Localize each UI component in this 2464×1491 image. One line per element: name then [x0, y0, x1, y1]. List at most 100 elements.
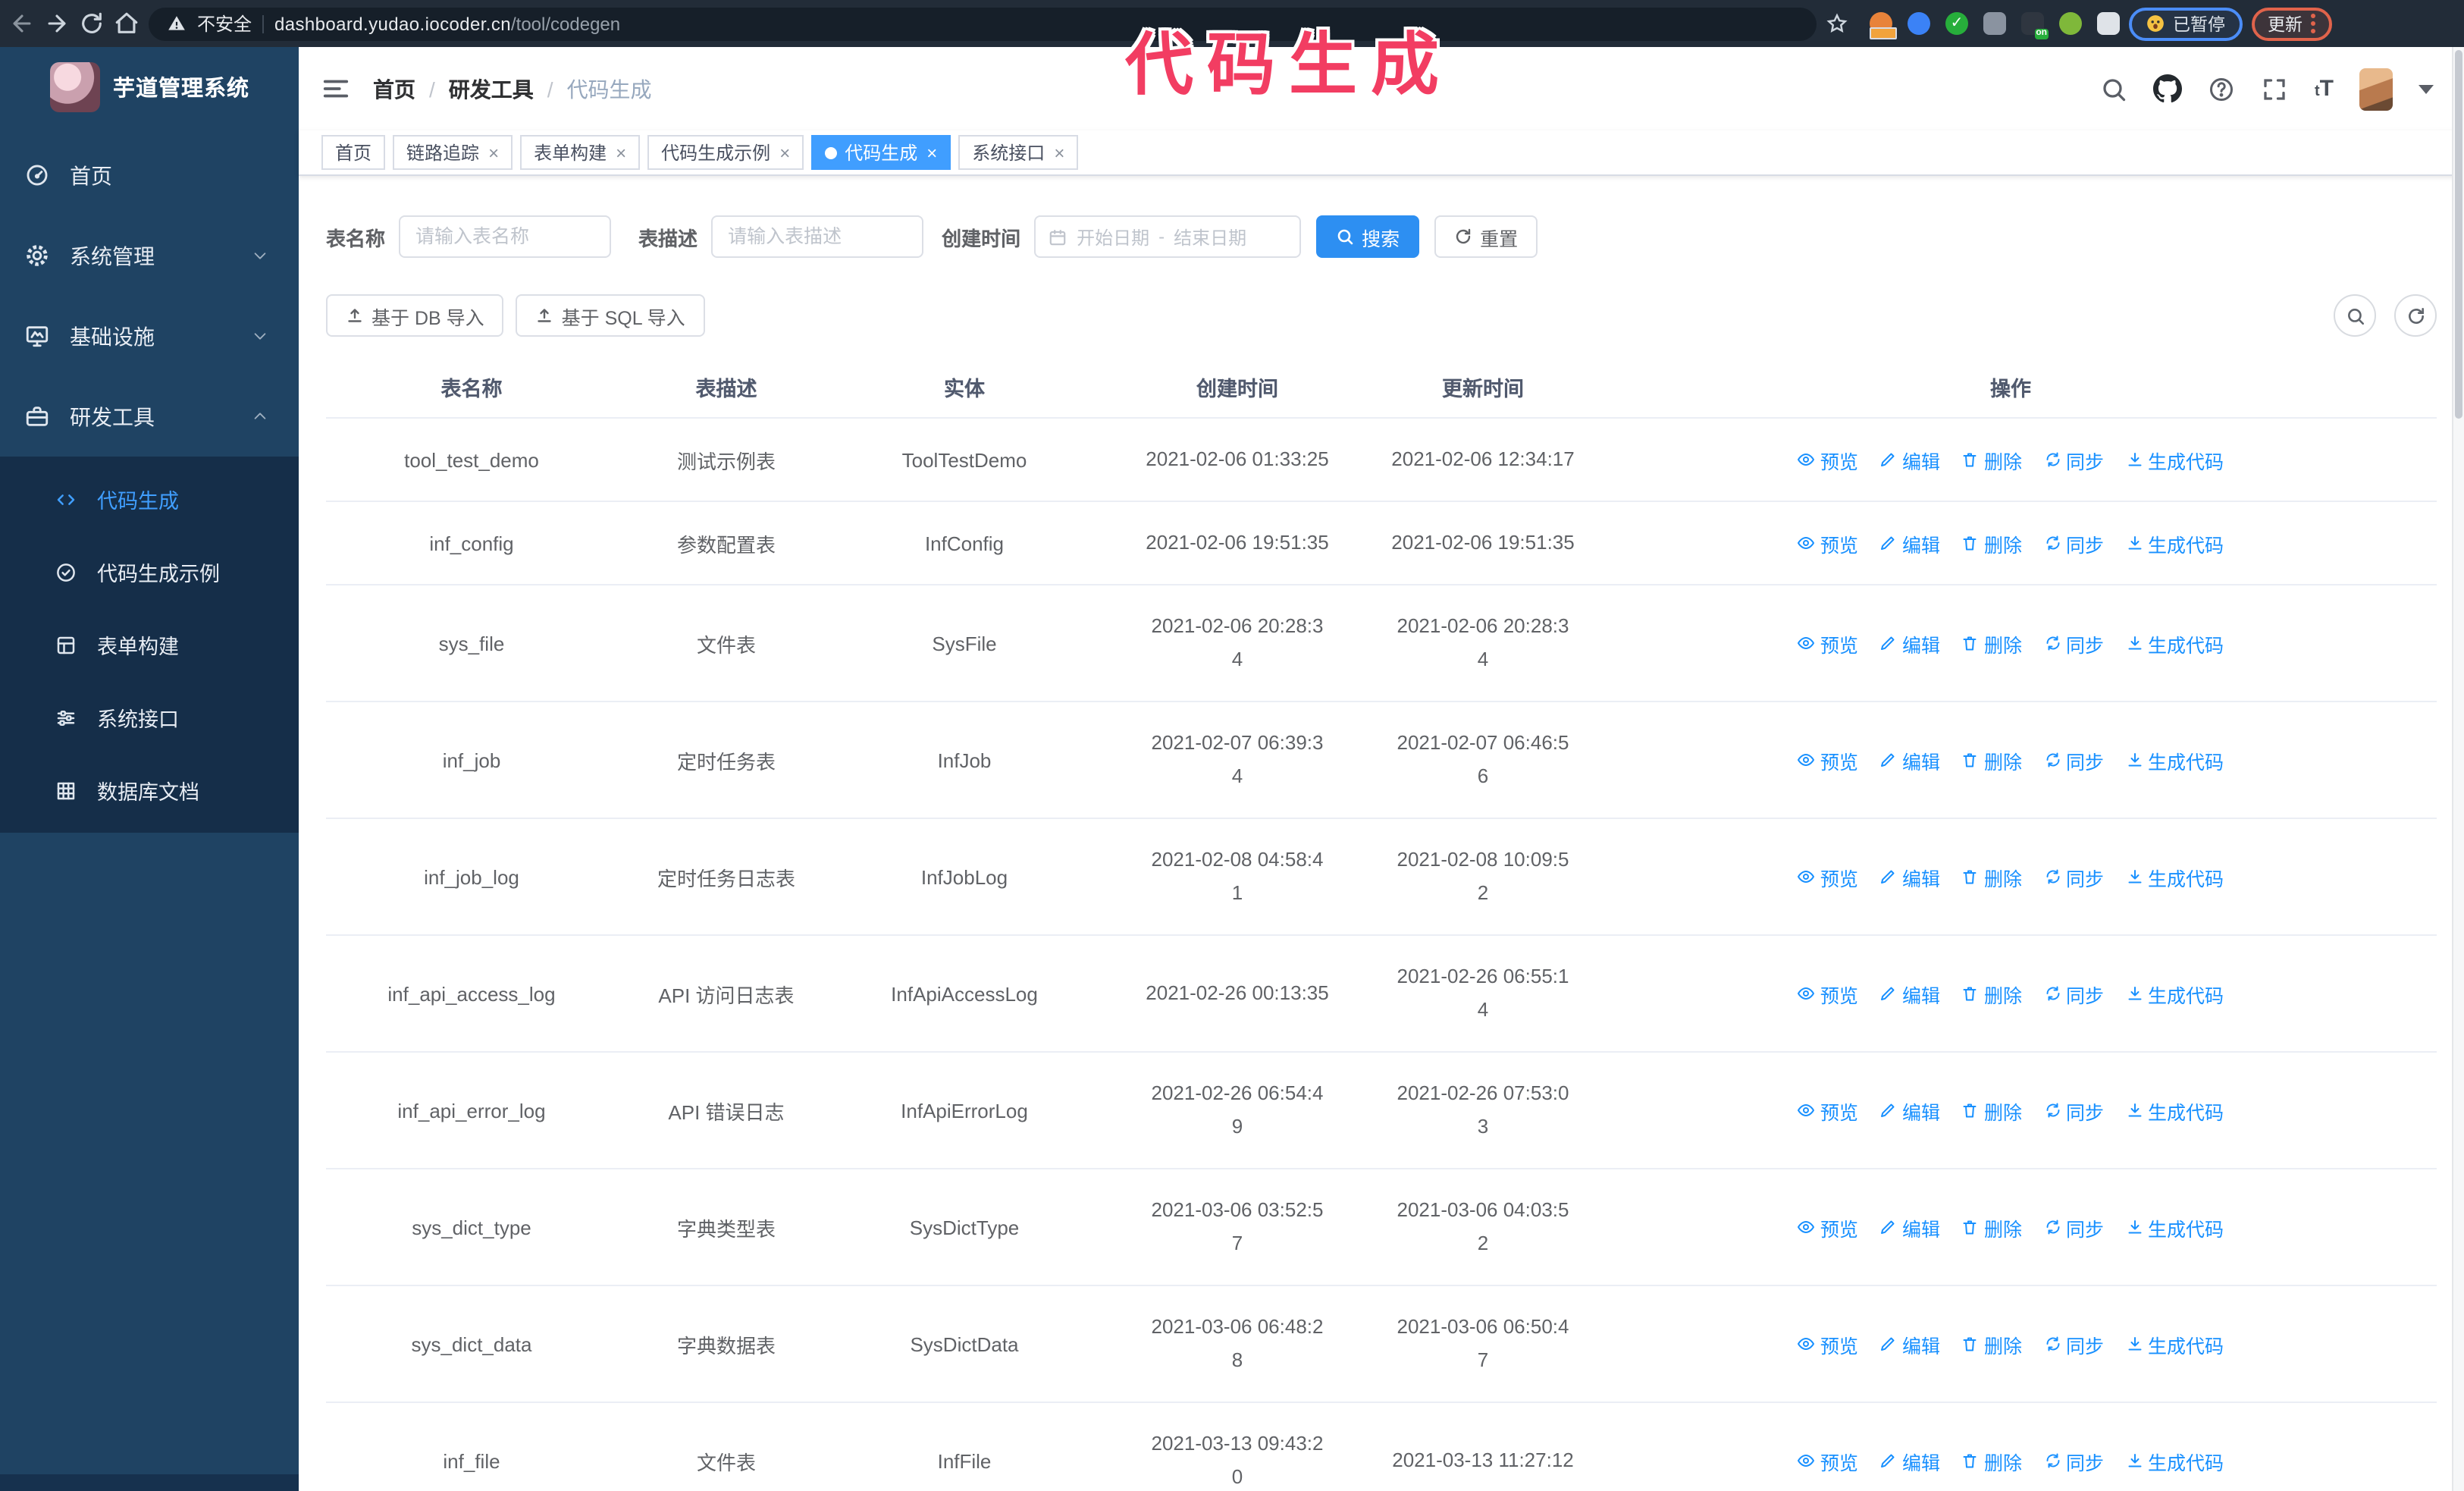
sidebar-item-db-doc[interactable]: 数据库文档: [0, 754, 299, 827]
action-sync[interactable]: 同步: [2043, 529, 2104, 557]
action-edit[interactable]: 编辑: [1879, 629, 1940, 658]
refresh-table-button[interactable]: [2394, 294, 2437, 337]
action-preview[interactable]: 预览: [1798, 862, 1858, 891]
avatar-caret-icon[interactable]: [2419, 84, 2434, 93]
action-sync[interactable]: 同步: [2043, 1096, 2104, 1125]
paused-extension-button[interactable]: 已暂停: [2129, 7, 2242, 40]
action-sync[interactable]: 同步: [2043, 979, 2104, 1008]
tab-表单构建[interactable]: 表单构建 ×: [520, 135, 641, 170]
sidebar-item-devtools[interactable]: 研发工具: [0, 376, 299, 457]
action-generate[interactable]: 生成代码: [2125, 1096, 2224, 1125]
action-preview[interactable]: 预览: [1798, 746, 1858, 774]
green-creature-extension-icon[interactable]: [2059, 12, 2082, 35]
action-edit[interactable]: 编辑: [1879, 746, 1940, 774]
action-edit[interactable]: 编辑: [1879, 1329, 1940, 1358]
action-preview[interactable]: 预览: [1798, 1446, 1858, 1475]
action-edit[interactable]: 编辑: [1879, 529, 1940, 557]
action-delete[interactable]: 删除: [1961, 1096, 2022, 1125]
browser-reload-icon[interactable]: [79, 11, 105, 36]
sidebar-item-codegen[interactable]: 代码生成: [0, 463, 299, 535]
action-edit[interactable]: 编辑: [1879, 1096, 1940, 1125]
action-edit[interactable]: 编辑: [1879, 1213, 1940, 1241]
action-preview[interactable]: 预览: [1798, 629, 1858, 658]
action-preview[interactable]: 预览: [1798, 1096, 1858, 1125]
tab-close-icon[interactable]: ×: [488, 142, 499, 163]
action-sync[interactable]: 同步: [2043, 746, 2104, 774]
browser-forward-icon[interactable]: [44, 11, 70, 36]
action-sync[interactable]: 同步: [2043, 1446, 2104, 1475]
action-preview[interactable]: 预览: [1798, 1213, 1858, 1241]
dark-switch-extension-icon[interactable]: on: [2021, 12, 2049, 39]
action-generate[interactable]: 生成代码: [2125, 746, 2224, 774]
start-date-placeholder[interactable]: 开始日期: [1077, 224, 1149, 250]
sidebar-item-system-api[interactable]: 系统接口: [0, 681, 299, 754]
tab-close-icon[interactable]: ×: [779, 142, 790, 163]
table-name-input[interactable]: [399, 215, 612, 258]
help-icon[interactable]: [2209, 75, 2236, 102]
reset-button[interactable]: 重置: [1434, 215, 1538, 258]
action-preview[interactable]: 预览: [1798, 1329, 1858, 1358]
date-range-picker[interactable]: 开始日期 - 结束日期: [1034, 215, 1302, 258]
puzzle-extension-icon[interactable]: [2097, 12, 2120, 35]
action-delete[interactable]: 删除: [1961, 746, 2022, 774]
tab-系统接口[interactable]: 系统接口 ×: [958, 135, 1079, 170]
db-import-button[interactable]: 基于 DB 导入: [326, 294, 504, 337]
sidebar-item-system[interactable]: 系统管理: [0, 215, 299, 296]
action-delete[interactable]: 删除: [1961, 1213, 2022, 1241]
sidebar-item-codegen-example[interactable]: 代码生成示例: [0, 535, 299, 608]
browser-update-button[interactable]: 更新: [2251, 7, 2331, 40]
action-generate[interactable]: 生成代码: [2125, 1329, 2224, 1358]
orange-circle-extension-icon[interactable]: [1870, 12, 1897, 39]
action-delete[interactable]: 删除: [1961, 445, 2022, 474]
action-edit[interactable]: 编辑: [1879, 1446, 1940, 1475]
avatar[interactable]: [2359, 67, 2393, 110]
action-generate[interactable]: 生成代码: [2125, 1446, 2224, 1475]
address-bar[interactable]: 不安全 dashboard.yudao.iocoder.cn/tool/code…: [149, 7, 1817, 40]
action-generate[interactable]: 生成代码: [2125, 629, 2224, 658]
action-delete[interactable]: 删除: [1961, 979, 2022, 1008]
action-preview[interactable]: 预览: [1798, 445, 1858, 474]
action-sync[interactable]: 同步: [2043, 629, 2104, 658]
action-delete[interactable]: 删除: [1961, 1329, 2022, 1358]
github-icon[interactable]: [2153, 74, 2183, 103]
action-generate[interactable]: 生成代码: [2125, 862, 2224, 891]
gray-grid-extension-icon[interactable]: [1983, 12, 2006, 35]
font-size-icon[interactable]: tT: [2315, 77, 2334, 100]
action-generate[interactable]: 生成代码: [2125, 445, 2224, 474]
green-check-extension-icon[interactable]: ✓: [1945, 12, 1968, 35]
blue-gem-extension-icon[interactable]: [1908, 12, 1930, 35]
update-menu-dots-icon[interactable]: [2310, 14, 2315, 33]
sidebar-item-home[interactable]: 首页: [0, 135, 299, 215]
header-search-icon[interactable]: [2101, 75, 2128, 102]
action-preview[interactable]: 预览: [1798, 529, 1858, 557]
action-sync[interactable]: 同步: [2043, 1329, 2104, 1358]
tab-close-icon[interactable]: ×: [1054, 142, 1064, 163]
action-edit[interactable]: 编辑: [1879, 979, 1940, 1008]
app-logo-row[interactable]: 芋道管理系统: [0, 47, 299, 126]
tab-close-icon[interactable]: ×: [926, 142, 937, 163]
action-edit[interactable]: 编辑: [1879, 445, 1940, 474]
fullscreen-icon[interactable]: [2262, 75, 2289, 102]
window-scrollbar[interactable]: [2452, 47, 2464, 1491]
action-delete[interactable]: 删除: [1961, 629, 2022, 658]
action-delete[interactable]: 删除: [1961, 862, 2022, 891]
tab-close-icon[interactable]: ×: [616, 142, 626, 163]
action-edit[interactable]: 编辑: [1879, 862, 1940, 891]
browser-back-icon[interactable]: [9, 11, 35, 36]
action-sync[interactable]: 同步: [2043, 445, 2104, 474]
breadcrumb-devtools[interactable]: 研发工具: [449, 74, 534, 104]
tab-首页[interactable]: 首页: [321, 135, 386, 170]
action-preview[interactable]: 预览: [1798, 979, 1858, 1008]
tab-代码生成示例[interactable]: 代码生成示例 ×: [647, 135, 804, 170]
action-delete[interactable]: 删除: [1961, 1446, 2022, 1475]
action-generate[interactable]: 生成代码: [2125, 1213, 2224, 1241]
action-sync[interactable]: 同步: [2043, 862, 2104, 891]
bookmark-star-icon[interactable]: [1826, 12, 1848, 35]
breadcrumb-home[interactable]: 首页: [373, 74, 415, 104]
search-button[interactable]: 搜索: [1316, 215, 1420, 258]
table-desc-input[interactable]: [711, 215, 924, 258]
collapse-sidebar-icon[interactable]: [321, 74, 350, 103]
sql-import-button[interactable]: 基于 SQL 导入: [516, 294, 705, 337]
toggle-search-button[interactable]: [2334, 294, 2376, 337]
action-generate[interactable]: 生成代码: [2125, 529, 2224, 557]
